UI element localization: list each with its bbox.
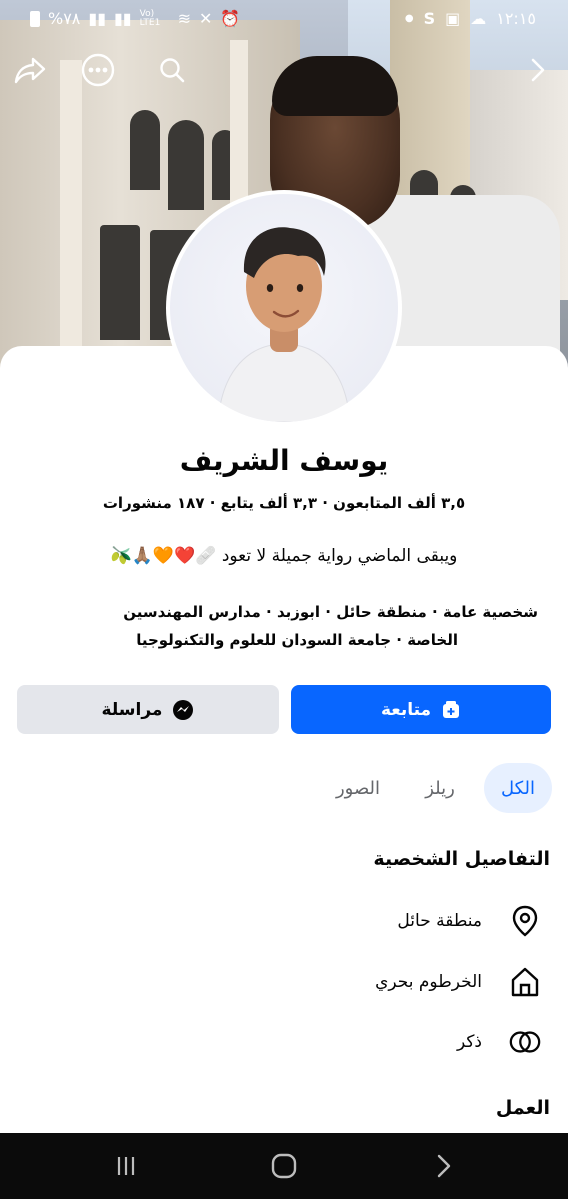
alarm-icon: ⏰	[220, 9, 241, 28]
gender-text: ذكر	[456, 1032, 482, 1052]
detail-hometown: الخرطوم بحري	[375, 962, 542, 1002]
detail-gender: ذكر	[457, 1022, 542, 1062]
work-title: العمل	[495, 1097, 550, 1119]
location-pin-icon	[508, 904, 542, 938]
follow-label: متابعة	[380, 699, 432, 720]
back-chevron-icon[interactable]	[518, 50, 558, 90]
battery-level: %٧٨	[48, 9, 81, 28]
follow-icon	[443, 700, 460, 718]
profile-avatar[interactable]	[166, 190, 402, 426]
profile-tabs: الكل ريلز الصور	[0, 763, 568, 813]
mute-icon: ✕	[199, 9, 213, 28]
message-label: مراسلة	[101, 699, 163, 720]
back-nav-icon[interactable]	[424, 1149, 464, 1183]
profile-bio: ويبقى الماضي رواية جميلة لا تعود 🩹❤️🧡🙏🏽🫒	[110, 546, 458, 566]
tab-all[interactable]: الكل	[484, 763, 552, 813]
network-label: Vo) LTE1	[139, 8, 161, 28]
profile-name: يوسف الشريف	[179, 444, 389, 477]
profile-meta-line2: الخاصة · جامعة السودان للعلوم والتكنولوج…	[136, 631, 458, 649]
search-icon[interactable]	[152, 50, 192, 90]
battery-icon	[30, 10, 40, 27]
messenger-icon	[173, 699, 194, 720]
personal-details-title: التفاصيل الشخصية	[373, 848, 550, 870]
recent-apps-icon[interactable]	[106, 1149, 146, 1183]
app-s-icon: S	[423, 9, 436, 28]
tab-photos[interactable]: الصور	[320, 763, 396, 813]
signal-icon: ▮▮	[88, 9, 106, 28]
status-bar: %٧٨ ▮▮ ▮▮ Vo) LTE1 ≋ ✕ ⏰ ● S ▣ ☁ ١٢:١٥	[0, 0, 568, 40]
location-text: منطقة حائل	[397, 911, 482, 931]
more-options-icon[interactable]	[78, 50, 118, 90]
follow-button[interactable]: متابعة	[291, 685, 551, 734]
profile-top-actions	[0, 50, 568, 98]
dot-icon: ●	[404, 13, 414, 24]
clock-time: ١٢:١٥	[496, 9, 536, 28]
message-button[interactable]: مراسلة	[17, 685, 279, 734]
profile-meta-line1: شخصية عامة · منطقة حائل · ابوزبد · مدارس…	[123, 603, 538, 621]
system-nav-bar	[0, 1133, 568, 1199]
tab-reels[interactable]: ريلز	[410, 763, 470, 813]
signal2-icon: ▮▮	[114, 9, 132, 28]
hometown-text: الخرطوم بحري	[375, 972, 482, 992]
home-button-icon[interactable]	[264, 1149, 304, 1183]
cloud-icon: ☁	[470, 9, 487, 28]
detail-location: منطقة حائل	[397, 901, 542, 941]
gender-icon	[508, 1025, 542, 1059]
gallery-icon: ▣	[445, 9, 461, 28]
profile-meta: شخصية عامة · منطقة حائل · ابوزبد · مدارس…	[30, 598, 538, 654]
profile-stats[interactable]: ٣,٥ ألف المتابعون · ٣,٣ ألف يتابع · ١٨٧ …	[0, 494, 568, 512]
home-icon	[508, 965, 542, 999]
share-icon[interactable]	[10, 50, 50, 90]
wifi-icon: ≋	[177, 9, 192, 28]
